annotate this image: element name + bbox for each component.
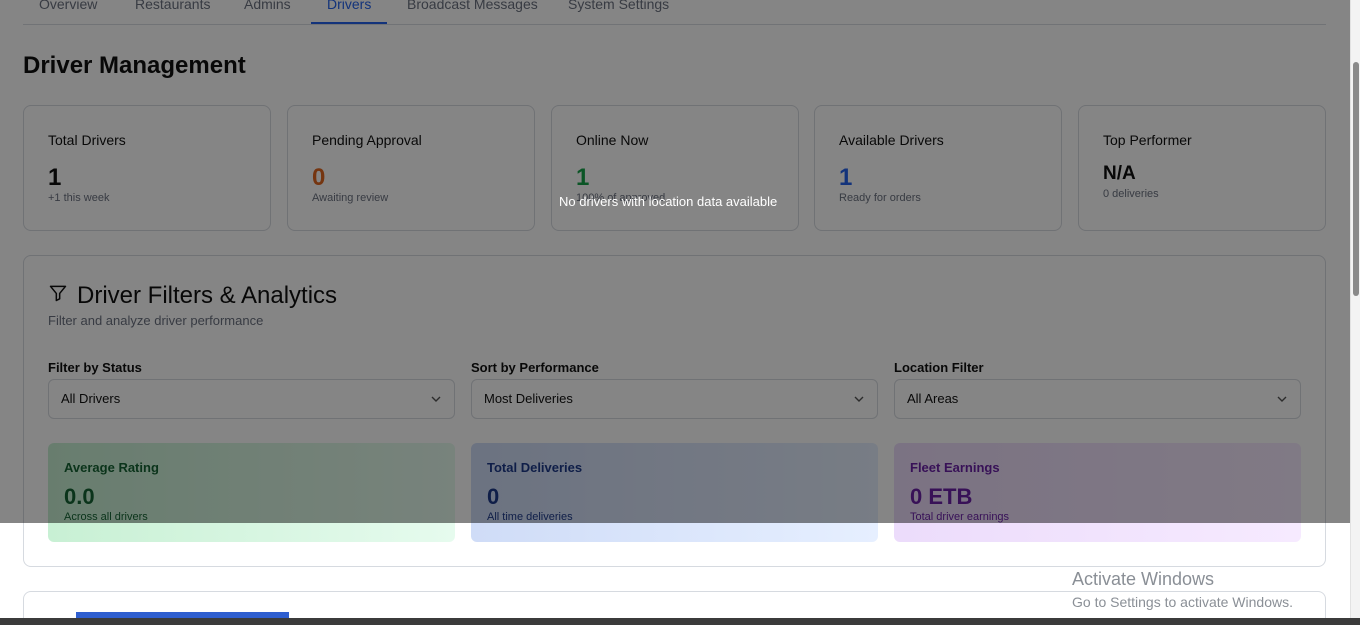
page-scrollbar[interactable] (1350, 0, 1360, 618)
activate-windows-subtitle: Go to Settings to activate Windows. (1072, 594, 1293, 610)
no-location-data-message: No drivers with location data available (559, 194, 778, 209)
activate-windows-title: Activate Windows (1072, 569, 1215, 589)
modal-overlay[interactable]: No drivers with location data available (0, 0, 1350, 523)
bottom-edge-strip (0, 618, 1360, 625)
scrollbar-thumb[interactable] (1353, 62, 1359, 296)
driver-management-page: Overview Restaurants Admins Drivers Broa… (0, 0, 1350, 618)
